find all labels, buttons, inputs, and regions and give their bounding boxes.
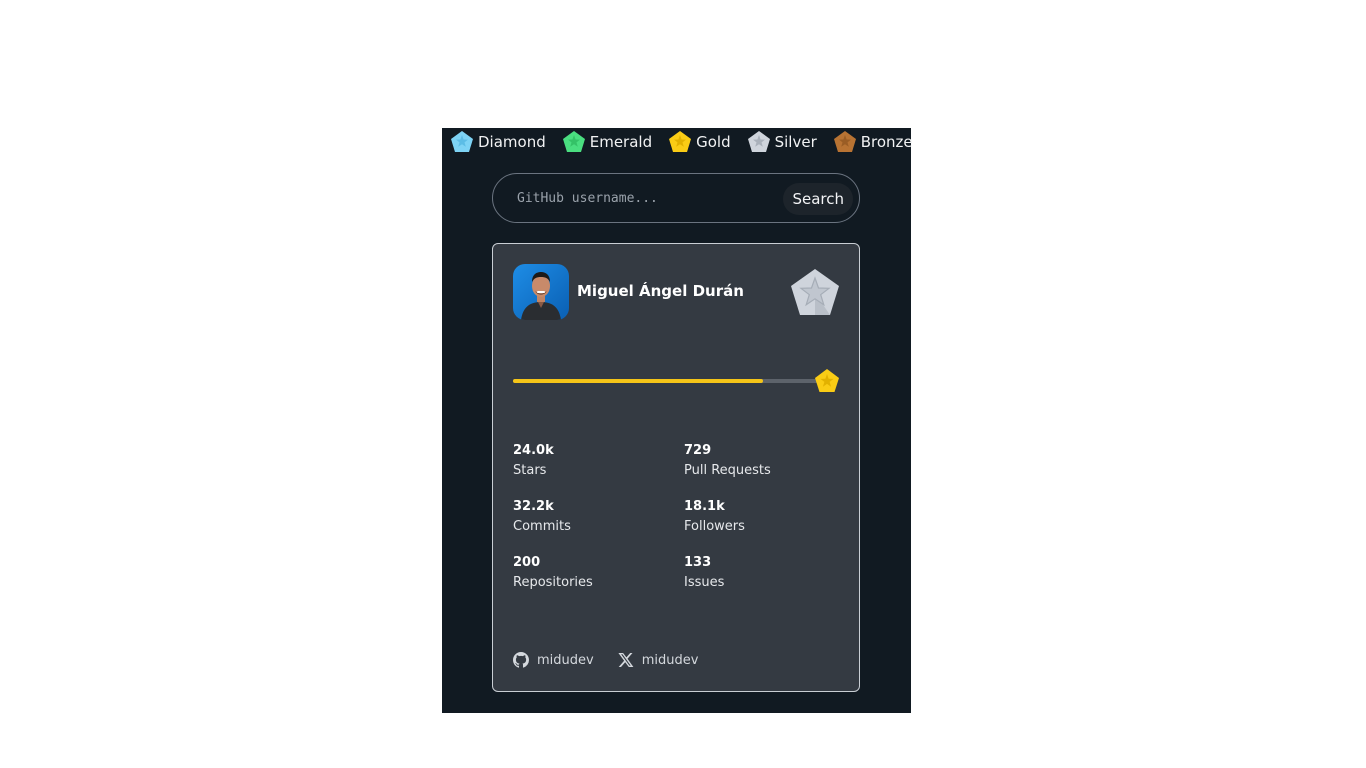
github-username-input[interactable] xyxy=(495,176,765,220)
legend-item-bronze: Bronze xyxy=(833,128,913,156)
gold-next-rank-icon xyxy=(815,369,839,392)
stat-stars: 24.0k Stars xyxy=(513,442,683,482)
github-handle: midudev xyxy=(537,652,594,668)
legend-label: Gold xyxy=(696,133,731,151)
user-avatar xyxy=(513,264,569,320)
legend-item-emerald: Emerald xyxy=(562,128,652,156)
stat-pull-requests: 729 Pull Requests xyxy=(684,442,854,482)
rank-progress-bar xyxy=(513,379,818,383)
stat-commits: 32.2k Commits xyxy=(513,498,683,538)
emerald-gem-icon xyxy=(562,131,585,152)
stat-label: Repositories xyxy=(513,575,593,590)
stat-label: Commits xyxy=(513,519,571,534)
gold-gem-icon xyxy=(669,131,692,152)
stat-issues: 133 Issues xyxy=(684,554,854,594)
x-icon xyxy=(618,653,634,667)
diamond-gem-icon xyxy=(451,131,473,152)
avatar xyxy=(513,264,569,320)
social-links: midudev midudev xyxy=(513,652,722,668)
legend-item-diamond: Diamond xyxy=(450,128,546,156)
rank-legend: Diamond Emerald Gold Silver Bronze xyxy=(450,128,913,156)
search-button[interactable]: Search xyxy=(783,183,853,215)
profile-card: Miguel Ángel Durán 24.0k Stars 729 Pull … xyxy=(492,243,860,692)
x-link[interactable]: midudev xyxy=(618,652,699,668)
rank-progress-fill xyxy=(513,379,764,383)
legend-label: Bronze xyxy=(860,133,913,151)
github-icon xyxy=(513,652,529,668)
legend-item-silver: Silver xyxy=(747,128,817,156)
silver-gem-icon xyxy=(747,131,770,152)
stat-label: Stars xyxy=(513,463,547,478)
stat-value: 200 xyxy=(513,555,541,570)
stat-followers: 18.1k Followers xyxy=(684,498,854,538)
search-form: Search xyxy=(492,173,860,223)
legend-label: Silver xyxy=(774,133,817,151)
bronze-gem-icon xyxy=(833,131,856,152)
stat-value: 18.1k xyxy=(684,499,725,514)
legend-item-gold: Gold xyxy=(668,128,731,156)
stat-label: Issues xyxy=(684,575,725,590)
x-handle: midudev xyxy=(641,652,699,668)
github-link[interactable]: midudev xyxy=(513,652,594,668)
stat-value: 729 xyxy=(684,443,712,458)
legend-label: Emerald xyxy=(589,133,653,151)
app-container: Diamond Emerald Gold Silver Bronze GitHu… xyxy=(442,128,913,713)
stat-value: 24.0k xyxy=(513,443,554,458)
legend-label: Diamond xyxy=(478,133,546,151)
stat-label: Pull Requests xyxy=(684,463,771,478)
stat-value: 32.2k xyxy=(513,499,554,514)
stat-value: 133 xyxy=(684,555,712,570)
stat-label: Followers xyxy=(684,519,745,534)
stat-repositories: 200 Repositories xyxy=(513,554,683,594)
silver-rank-badge-icon xyxy=(791,269,839,315)
user-name: Miguel Ángel Durán xyxy=(577,282,744,300)
